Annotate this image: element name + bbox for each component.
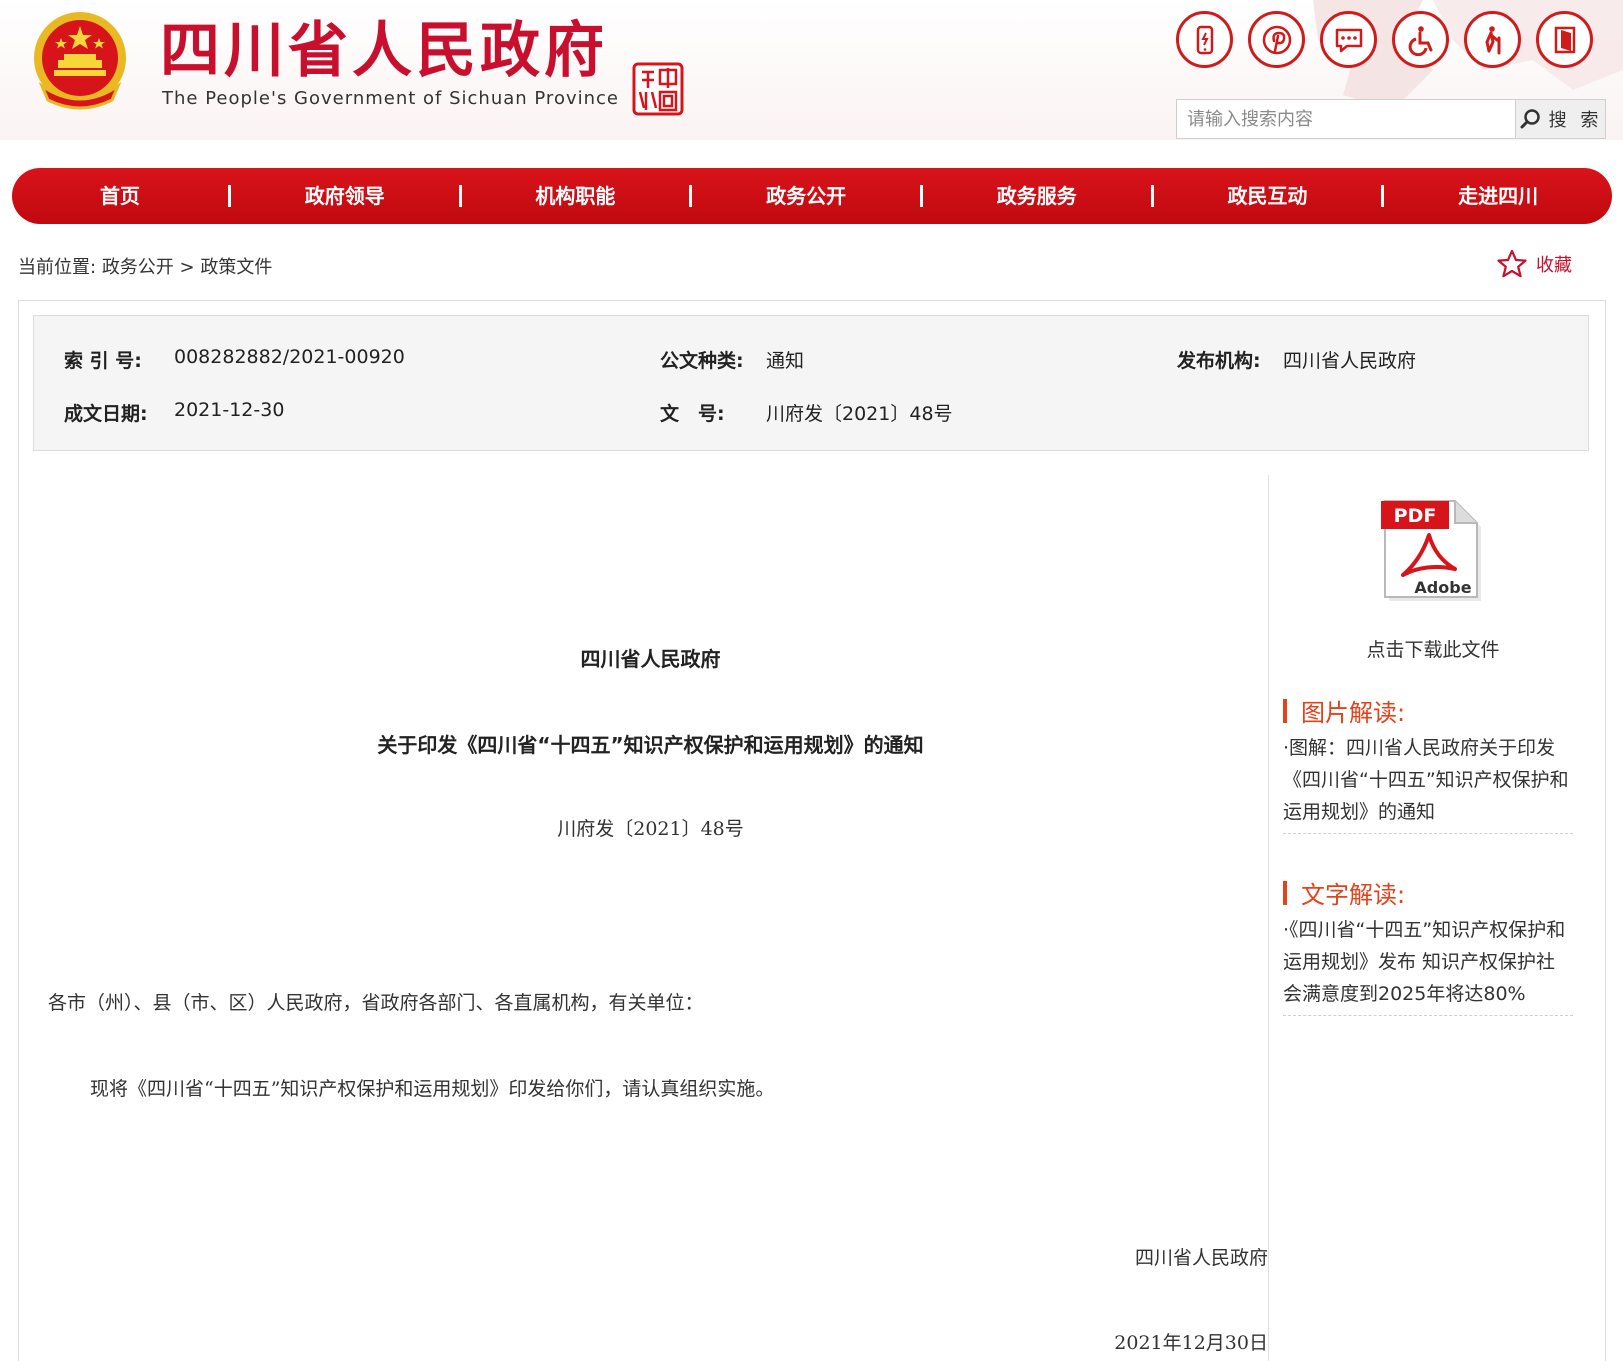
breadcrumb-link-government-affairs[interactable]: 政务公开 (102, 257, 174, 278)
toolbar-icons (1176, 11, 1593, 68)
search-input[interactable] (1177, 100, 1515, 138)
nav-item-about-sichuan[interactable]: 走进四川 (1384, 168, 1612, 224)
favorite-label: 收藏 (1536, 255, 1572, 276)
document-body: 现将《四川省“十四五”知识产权保护和运用规划》印发给你们，请认真组织实施。 (90, 1078, 775, 1100)
meta-date-value: 2021-12-30 (174, 399, 285, 421)
meta-type-label: 公文种类: (660, 350, 744, 372)
text-interpretation-title: 文字解读: (1301, 881, 1406, 909)
document-addressee: 各市（州）、县（市、区）人民政府，省政府各部门、各直属机构，有关单位： (48, 992, 704, 1014)
breadcrumb-separator: > (179, 257, 195, 278)
sidebar: PDF Adobe 点击下载此文件 图片解读: ·图解：四川省人民政府关于印发《… (1283, 475, 1583, 1361)
meta-index-label: 索 引 号: (64, 350, 142, 372)
document-signature: 四川省人民政府 (1134, 1247, 1268, 1269)
meta-issuer-label: 发布机构: (1177, 350, 1261, 372)
meta-date: 成文日期: 2021-12-30 (64, 399, 284, 426)
breadcrumb-prefix: 当前位置: (18, 257, 97, 278)
image-interpretation-heading: 图片解读: (1283, 693, 1405, 728)
nav-item-government-affairs[interactable]: 政务公开 (692, 168, 920, 224)
image-interpretation-link[interactable]: ·图解：四川省人民政府关于印发《四川省“十四五”知识产权保护和运用规划》的通知 (1283, 732, 1573, 828)
national-emblem-icon (34, 12, 126, 110)
meta-issuer: 发布机构: 四川省人民政府 (1177, 346, 1416, 373)
meta-index: 索 引 号: 008282882/2021-00920 (64, 346, 405, 373)
nav-item-interaction[interactable]: 政民互动 (1154, 168, 1382, 224)
meta-number: 文 号: 川府发〔2021〕48号 (660, 399, 953, 426)
meta-issuer-value: 四川省人民政府 (1283, 350, 1417, 372)
text-interpretation-heading: 文字解读: (1283, 875, 1405, 910)
breadcrumb-link-policy-documents[interactable]: 政策文件 (200, 257, 272, 278)
message-icon[interactable] (1320, 11, 1377, 68)
meta-number-label: 文 号: (660, 403, 725, 425)
meta-type-value: 通知 (766, 350, 805, 372)
text-interpretation-link[interactable]: ·《四川省“十四五”知识产权保护和运用规划》发布 知识产权保护社会满意度到202… (1283, 914, 1573, 1010)
site-title: 四川省人民政府 (160, 16, 608, 86)
image-interpretation-title: 图片解读: (1301, 699, 1406, 727)
exit-icon[interactable] (1536, 11, 1593, 68)
nav-item-home[interactable]: 首页 (12, 168, 228, 224)
pdf-brand: Adobe (1414, 578, 1471, 597)
elderly-icon[interactable] (1464, 11, 1521, 68)
sidebar-divider (1283, 833, 1573, 834)
search-button-label: 搜 索 (1548, 110, 1603, 131)
meta-number-value: 川府发〔2021〕48号 (766, 403, 953, 425)
mobile-icon[interactable] (1176, 11, 1233, 68)
pinterest-icon[interactable] (1248, 11, 1305, 68)
nav-item-services[interactable]: 政务服务 (923, 168, 1151, 224)
meta-type: 公文种类: 通知 (660, 346, 804, 373)
favorite-button[interactable]: 收藏 (1496, 248, 1572, 280)
document-title: 关于印发《四川省“十四五”知识产权保护和运用规划》的通知 (377, 733, 924, 757)
nav-item-leaders[interactable]: 政府领导 (231, 168, 459, 224)
heading-bar (1283, 880, 1287, 905)
site-subtitle: The People's Government of Sichuan Provi… (162, 88, 619, 109)
star-icon (1497, 249, 1527, 278)
sidebar-divider (1283, 1015, 1573, 1016)
meta-date-label: 成文日期: (64, 403, 148, 425)
site-header: 四川省人民政府 The People's Government of Sichu… (0, 0, 1623, 140)
search-box: 搜 索 (1176, 99, 1606, 139)
nav-item-agencies[interactable]: 机构职能 (462, 168, 690, 224)
document-org: 四川省人民政府 (580, 647, 721, 671)
document-number: 川府发〔2021〕48号 (557, 818, 744, 840)
meta-index-value: 008282882/2021-00920 (174, 346, 405, 368)
document-metadata: 索 引 号: 008282882/2021-00920 公文种类: 通知 发布机… (33, 315, 1589, 451)
accessibility-icon[interactable] (1392, 11, 1449, 68)
pdf-file-icon[interactable]: PDF Adobe (1381, 495, 1487, 603)
breadcrumb: 当前位置: 政务公开 > 政策文件 (18, 253, 272, 279)
heading-bar (1283, 698, 1287, 723)
document-content: 四川省人民政府 关于印发《四川省“十四五”知识产权保护和运用规划》的通知 川府发… (33, 475, 1268, 1361)
search-icon (1520, 109, 1540, 129)
content-divider (1268, 475, 1269, 1361)
pdf-label: PDF (1394, 505, 1437, 527)
china-sichuan-seal-logo (632, 62, 684, 116)
pdf-download-link[interactable]: 点击下载此文件 (1283, 635, 1583, 662)
main-nav: 首页 政府领导 机构职能 政务公开 政务服务 政民互动 走进四川 (12, 168, 1612, 224)
document-date: 2021年12月30日 (1114, 1332, 1268, 1354)
search-button[interactable]: 搜 索 (1515, 100, 1605, 138)
